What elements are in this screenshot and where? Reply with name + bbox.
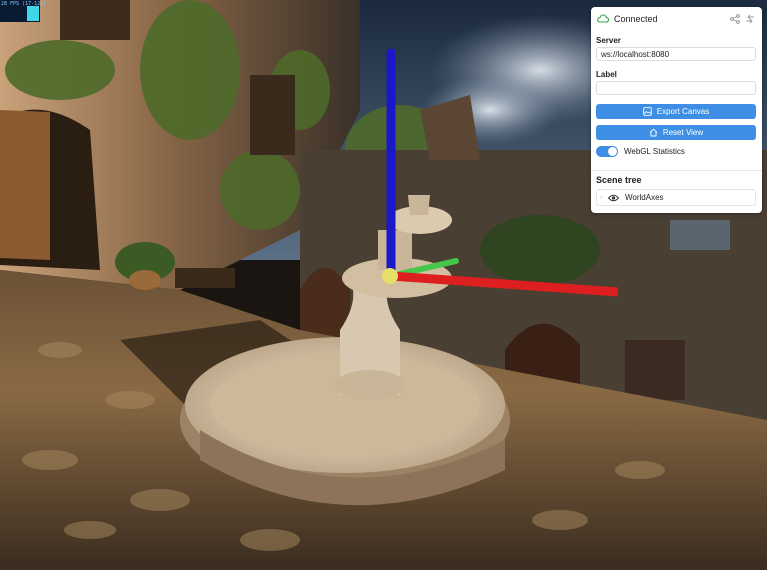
webgl-statistics-row: WebGL Statistics: [596, 146, 685, 157]
reset-view-button[interactable]: Reset View: [596, 125, 756, 140]
fps-overlay: 28 FPS (17-121): [0, 0, 46, 22]
eye-icon[interactable]: [608, 194, 619, 202]
share-icon[interactable]: [730, 14, 740, 24]
server-input[interactable]: [596, 47, 756, 61]
fps-graph: [27, 6, 39, 21]
label-input[interactable]: [596, 81, 756, 95]
control-panel: Connected Server Label Export Canvas Res…: [591, 7, 762, 213]
scene-tree-item[interactable]: › WorldAxes: [596, 189, 756, 206]
connection-status: Connected: [597, 14, 658, 24]
export-canvas-button[interactable]: Export Canvas: [596, 104, 756, 119]
server-label: Server: [596, 36, 621, 45]
home-icon: [649, 128, 658, 137]
image-icon: [643, 107, 652, 116]
fps-text: 28 FPS (17-121): [1, 1, 47, 7]
reset-view-label: Reset View: [662, 128, 704, 137]
export-canvas-label: Export Canvas: [656, 107, 710, 116]
connection-status-text: Connected: [614, 14, 658, 24]
chevron-right-icon: ›: [600, 194, 602, 201]
cloud-icon: [597, 14, 609, 23]
webgl-statistics-label: WebGL Statistics: [624, 147, 685, 156]
webgl-statistics-toggle[interactable]: [596, 146, 618, 157]
scene-tree-title: Scene tree: [596, 175, 642, 185]
scene-tree-item-label: WorldAxes: [625, 193, 664, 202]
divider: [591, 170, 762, 171]
label-label: Label: [596, 70, 617, 79]
collapse-icon[interactable]: [745, 14, 755, 24]
axes-origin: [382, 268, 398, 284]
